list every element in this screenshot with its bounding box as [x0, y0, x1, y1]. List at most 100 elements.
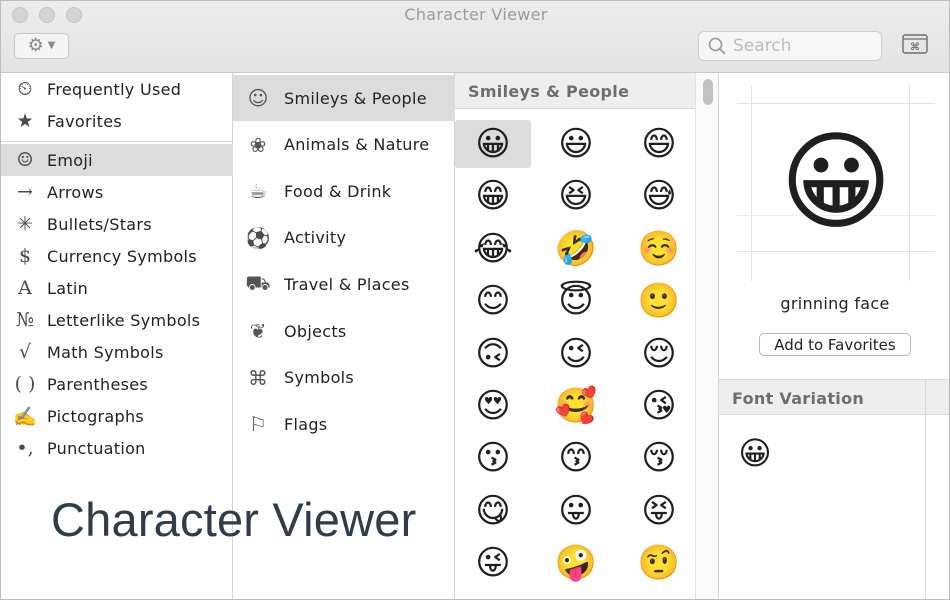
emoji-section-title: Smileys & People	[468, 82, 630, 101]
sidebar-item-emoji[interactable]: ☺ Emoji	[1, 144, 233, 176]
sidebar-item-label: Parentheses	[47, 374, 149, 394]
character-palette-toggle-button[interactable]: ⌘	[901, 34, 929, 58]
emoji-cell[interactable]: 😉	[538, 330, 614, 378]
sidebar-item-label: Currency Symbols	[47, 246, 197, 266]
subcategory-activity[interactable]: ⚽ Activity	[233, 215, 455, 261]
emoji-cell[interactable]: 😄	[621, 120, 697, 168]
emoji-icon: ☺	[16, 149, 34, 171]
title-bar: Character Viewer ⚙ ▼ ⌘	[1, 1, 949, 73]
character-viewer-window: Character Viewer ⚙ ▼ ⌘	[0, 0, 950, 600]
subcategory-label: Flags	[284, 414, 328, 434]
letterlike-symbols-icon: №	[16, 309, 34, 331]
search-icon	[707, 36, 727, 56]
emoji-cell[interactable]: 😝	[621, 487, 697, 535]
emoji-cell[interactable]: 🥰	[538, 382, 614, 430]
subcategory-label: Animals & Nature	[284, 135, 430, 155]
emoji-cell[interactable]: ☺️	[621, 225, 697, 273]
emoji-cell[interactable]: 😙	[538, 434, 614, 482]
font-variation-item[interactable]: 😀	[731, 431, 779, 475]
emoji-cell[interactable]: 😂	[455, 225, 531, 273]
emoji-cell[interactable]: 😚	[621, 434, 697, 482]
chevron-down-icon: ▼	[47, 40, 56, 51]
flags-icon: ⚐	[249, 412, 267, 437]
search-field[interactable]	[698, 31, 882, 61]
emoji-cell[interactable]: 😊	[455, 277, 531, 325]
arrows-icon: →	[17, 181, 33, 203]
font-variation-divider	[925, 379, 926, 599]
sidebar-item-bullets-stars[interactable]: ✳ Bullets/Stars	[1, 208, 233, 240]
sidebar-item-label: Arrows	[47, 182, 104, 202]
subcategory-label: Activity	[284, 228, 347, 248]
emoji-cell[interactable]: 😛	[538, 487, 614, 535]
emoji-section-header: Smileys & People	[455, 73, 695, 109]
emoji-cell[interactable]: 🤣	[538, 225, 614, 273]
parentheses-icon: ( )	[14, 373, 36, 395]
subcategory-label: Food & Drink	[284, 181, 392, 201]
scrollbar-thumb[interactable]	[703, 79, 713, 105]
emoji-cell[interactable]: 🤪	[538, 539, 614, 587]
emoji-cell[interactable]: 😁	[455, 172, 531, 220]
svg-text:⌘: ⌘	[910, 42, 920, 53]
sidebar-item-latin[interactable]: A Latin	[1, 272, 233, 304]
overlay-caption: Character Viewer	[51, 493, 417, 546]
emoji-cell[interactable]: 🙂	[621, 277, 697, 325]
emoji-cell[interactable]: 😜	[455, 539, 531, 587]
sidebar-item-punctuation[interactable]: •, Punctuation	[1, 432, 233, 464]
sidebar-item-math-symbols[interactable]: √ Math Symbols	[1, 336, 233, 368]
subcategory-flags[interactable]: ⚐ Flags	[233, 401, 455, 447]
gear-icon: ⚙	[27, 35, 44, 56]
sidebar-item-pictographs[interactable]: ✍ Pictographs	[1, 400, 233, 432]
sidebar-item-label: Pictographs	[47, 406, 145, 426]
subcategory-animals-nature[interactable]: ❀ Animals & Nature	[233, 122, 455, 168]
emoji-cell[interactable]: 😗	[455, 434, 531, 482]
symbols-icon: ⌘	[248, 365, 268, 390]
emoji-cell[interactable]: 😍	[455, 382, 531, 430]
latin-icon: A	[18, 277, 32, 299]
emoji-cell[interactable]: 😇	[538, 277, 614, 325]
sidebar-item-favorites[interactable]: ★ Favorites	[1, 105, 233, 137]
activity-icon: ⚽	[245, 225, 271, 250]
keyboard-viewer-icon: ⌘	[902, 34, 928, 58]
sidebar-item-frequently-used[interactable]: ⏲ Frequently Used	[1, 73, 233, 105]
sidebar-item-label: Bullets/Stars	[47, 214, 152, 234]
travel-places-icon: ⛟	[245, 270, 271, 295]
animals-nature-icon: ❀	[249, 132, 267, 157]
character-detail-panel: 😀 grinning face Add to Favorites Font Va…	[719, 73, 949, 599]
add-to-favorites-button[interactable]: Add to Favorites	[759, 333, 911, 356]
search-input[interactable]	[733, 36, 873, 56]
emoji-grid-panel: Smileys & People 😀 😃 😄 😁 😆 😅 😂 🤣 ☺️ 😊 😇 🙂 🙃 😉 😌 😍 🥰 😘 😗 😙 😚 😋…	[455, 73, 697, 599]
frequently-used-icon: ⏲	[17, 78, 33, 100]
emoji-cell[interactable]: 😃	[538, 120, 614, 168]
window-title: Character Viewer	[404, 5, 548, 24]
emoji-grid-scrollbar[interactable]	[695, 73, 719, 599]
sidebar-item-label: Math Symbols	[47, 342, 164, 362]
action-menu-button[interactable]: ⚙ ▼	[14, 33, 69, 59]
subcategory-travel-places[interactable]: ⛟ Travel & Places	[233, 261, 455, 307]
sidebar-item-label: Frequently Used	[47, 79, 182, 99]
sidebar-divider	[1, 141, 233, 142]
sidebar-item-label: Latin	[47, 278, 89, 298]
sidebar-item-letterlike-symbols[interactable]: № Letterlike Symbols	[1, 304, 233, 336]
emoji-cell[interactable]: 😋	[455, 487, 531, 535]
character-preview: 😀	[737, 85, 935, 281]
emoji-cell[interactable]: 😌	[621, 330, 697, 378]
sidebar-item-arrows[interactable]: → Arrows	[1, 176, 233, 208]
sidebar-item-parentheses[interactable]: ( ) Parentheses	[1, 368, 233, 400]
emoji-cell[interactable]: 🙃	[455, 330, 531, 378]
bullets-stars-icon: ✳	[17, 213, 33, 235]
subcategory-objects[interactable]: ❦ Objects	[233, 308, 455, 354]
emoji-cell[interactable]: 😆	[538, 172, 614, 220]
subcategory-smileys-people[interactable]: ☺ Smileys & People	[233, 75, 455, 121]
emoji-cell[interactable]: 😅	[621, 172, 697, 220]
font-variation-title: Font Variation	[732, 389, 865, 408]
emoji-cell[interactable]: 😘	[621, 382, 697, 430]
sidebar-item-currency-symbols[interactable]: $ Currency Symbols	[1, 240, 233, 272]
emoji-cell[interactable]: 🤨	[621, 539, 697, 587]
subcategory-label: Objects	[284, 321, 347, 341]
subcategory-symbols[interactable]: ⌘ Symbols	[233, 355, 455, 401]
subcategory-label: Smileys & People	[284, 88, 427, 108]
emoji-cell[interactable]: 😀	[455, 120, 531, 168]
food-drink-icon: ☕	[249, 179, 267, 204]
subcategory-food-drink[interactable]: ☕ Food & Drink	[233, 168, 455, 214]
subcategory-label: Symbols	[284, 368, 355, 388]
